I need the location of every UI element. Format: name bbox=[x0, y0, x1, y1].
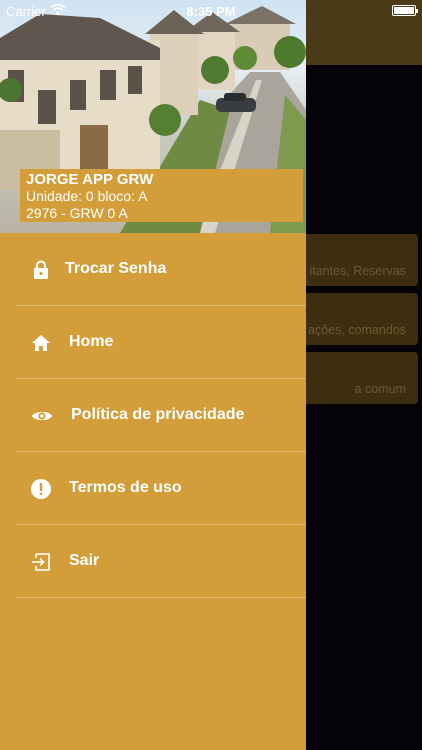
battery-icon bbox=[392, 5, 418, 16]
menu-item-terms-of-use[interactable]: Termos de uso bbox=[16, 452, 306, 525]
menu-label: Política de privacidade bbox=[71, 406, 245, 423]
status-time: 8:35 PM bbox=[186, 4, 236, 19]
menu-item-change-password[interactable]: Trocar Senha bbox=[16, 233, 306, 306]
card-subtitle: ações, comandos bbox=[308, 323, 406, 337]
menu-label: Sair bbox=[69, 552, 100, 569]
alert-icon bbox=[31, 479, 51, 499]
user-code: 2976 - GRW 0 A bbox=[26, 205, 128, 221]
user-name: JORGE APP GRW bbox=[26, 171, 154, 188]
lock-icon bbox=[34, 260, 48, 279]
menu-item-home[interactable]: Home bbox=[16, 306, 306, 379]
user-unit: Unidade: 0 bloco: A bbox=[26, 188, 148, 204]
user-info-box: JORGE APP GRW Unidade: 0 bloco: A 2976 -… bbox=[20, 169, 303, 222]
menu-label: Trocar Senha bbox=[65, 260, 167, 277]
card-subtitle: itantes, Reservas bbox=[309, 264, 406, 278]
card-subtitle: a comum bbox=[354, 382, 406, 396]
menu-label: Termos de uso bbox=[69, 479, 182, 496]
menu-item-privacy-policy[interactable]: Política de privacidade bbox=[16, 379, 306, 452]
menu-item-logout[interactable]: Sair bbox=[16, 525, 306, 598]
eye-icon bbox=[32, 411, 52, 421]
drawer-menu: Trocar Senha Home Política de privacidad… bbox=[0, 233, 306, 598]
home-icon bbox=[32, 335, 50, 351]
menu-label: Home bbox=[69, 333, 114, 350]
status-bar: Carrier 8:35 PM bbox=[0, 0, 422, 22]
logout-icon bbox=[32, 553, 50, 571]
side-drawer: JORGE APP GRW Unidade: 0 bloco: A 2976 -… bbox=[0, 0, 306, 750]
